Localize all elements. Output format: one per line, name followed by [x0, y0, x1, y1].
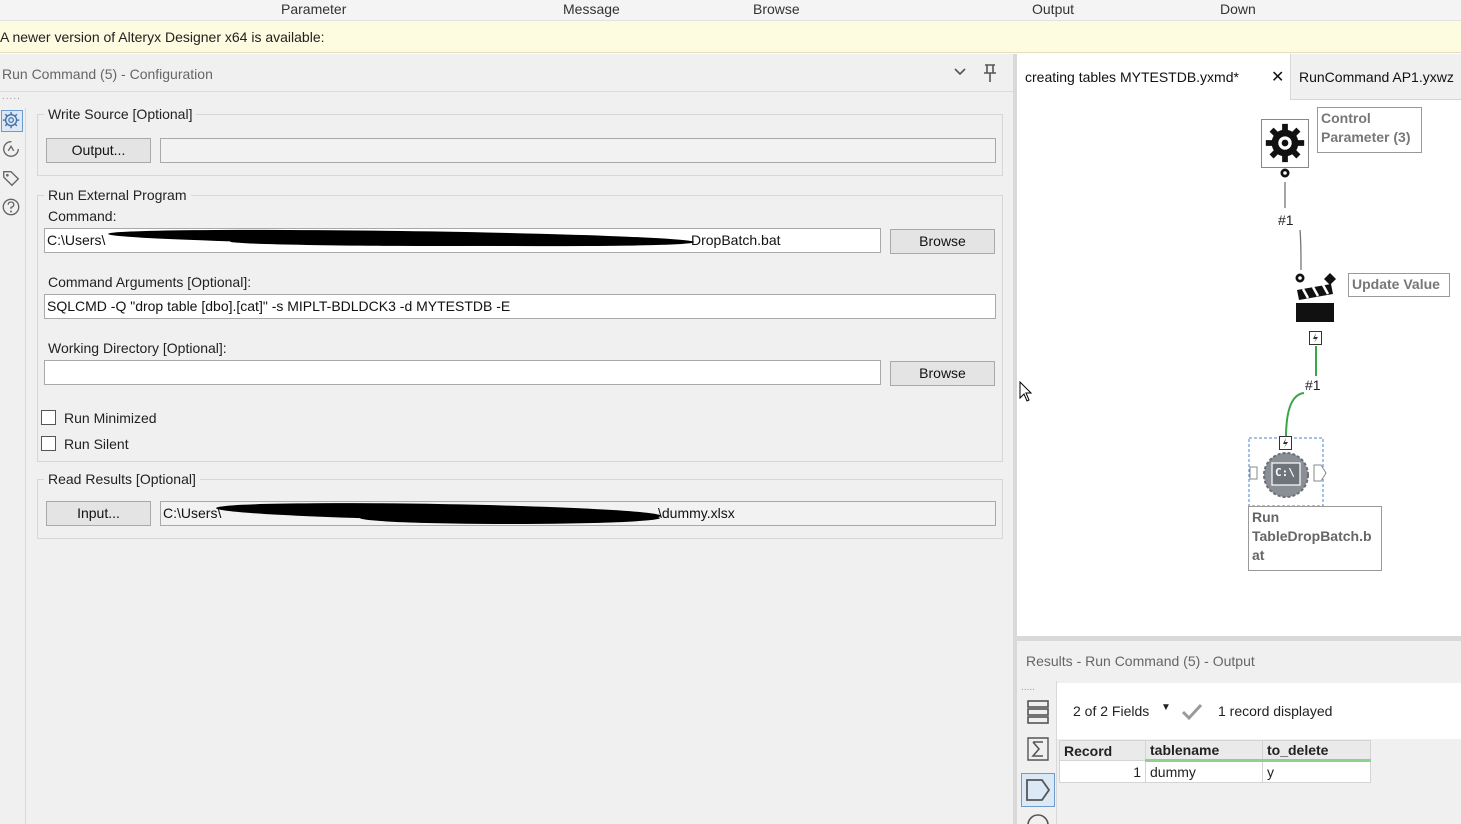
input-anchor-icon[interactable]	[1249, 466, 1258, 480]
working-directory-input[interactable]	[44, 360, 881, 385]
table-view-icon[interactable]	[1026, 699, 1050, 725]
read-results-legend: Read Results [Optional]	[48, 471, 196, 487]
clapperboard-icon	[1296, 284, 1334, 322]
ribbon-item-browse[interactable]: Browse	[753, 1, 800, 17]
tab-runcommand-ap1[interactable]: RunCommand AP1.yxwz	[1291, 54, 1461, 100]
column-header-to-delete[interactable]: to_delete	[1262, 740, 1371, 762]
workflow-tabs: creating tables MYTESTDB.yxmd* ✕ RunComm…	[1017, 54, 1461, 100]
redaction-scribble	[230, 237, 650, 246]
ribbon: Parameter Message Browse Output Down	[0, 0, 1461, 21]
results-title: Results - Run Command (5) - Output	[1026, 653, 1255, 669]
gear-icon	[1265, 123, 1305, 163]
output-view-tab[interactable]	[1021, 773, 1055, 807]
output-button[interactable]: Output...	[46, 138, 151, 163]
command-prompt-text: C:\	[1275, 466, 1295, 479]
config-side-icons	[0, 108, 26, 824]
working-directory-label: Working Directory [Optional]:	[48, 340, 227, 356]
run-minimized-checkbox[interactable]	[41, 410, 56, 425]
lightning-anchor-icon[interactable]	[1279, 436, 1292, 450]
input-button[interactable]: Input...	[46, 501, 151, 526]
column-header-record[interactable]: Record	[1059, 740, 1146, 761]
ribbon-item-output[interactable]: Output	[1032, 1, 1074, 17]
summary-sigma-icon[interactable]	[1026, 736, 1050, 762]
configuration-pane: Run Command (5) - Configuration ..... Wr…	[0, 54, 1013, 824]
results-table: Record tablename to_delete 1 dummy y	[1059, 740, 1371, 783]
mouse-cursor-icon	[1019, 381, 1033, 402]
tab-label: creating tables MYTESTDB.yxmd*	[1025, 69, 1239, 85]
annotation-tag-icon[interactable]	[1, 168, 23, 190]
update-value-label[interactable]: Update Value	[1348, 273, 1450, 297]
check-icon[interactable]	[1181, 703, 1203, 721]
output-path-field[interactable]	[160, 138, 996, 163]
run-silent-checkbox[interactable]	[41, 436, 56, 451]
drag-handle[interactable]: .....	[1021, 683, 1035, 693]
run-minimized-label: Run Minimized	[64, 410, 157, 426]
results-side-icons: .....	[1017, 681, 1057, 824]
update-notice-text[interactable]: A newer version of Alteryx Designer x64 …	[0, 29, 325, 45]
column-header-tablename[interactable]: tablename	[1145, 740, 1263, 762]
run-external-legend: Run External Program	[48, 187, 187, 203]
help-icon[interactable]	[1026, 813, 1050, 824]
tab-label: RunCommand AP1.yxwz	[1299, 69, 1454, 85]
run-command-tool[interactable]: C:\	[1262, 451, 1310, 499]
workflow-connections	[1248, 182, 1324, 507]
table-row[interactable]: 1 dummy y	[1059, 760, 1371, 783]
update-value-tool[interactable]	[1295, 282, 1335, 324]
records-displayed-text: 1 record displayed	[1218, 703, 1333, 719]
to-delete-cell: y	[1262, 760, 1371, 783]
output-anchor-icon[interactable]	[1313, 464, 1327, 482]
record-cell: 1	[1059, 760, 1146, 783]
working-directory-browse-button[interactable]: Browse	[890, 361, 995, 386]
redaction-scribble	[360, 512, 660, 524]
results-toolbar: 2 of 2 Fields ▼ 1 record displayed	[1057, 683, 1461, 739]
tab-creating-tables[interactable]: creating tables MYTESTDB.yxmd* ✕	[1017, 54, 1291, 100]
fields-selector[interactable]: 2 of 2 Fields	[1073, 703, 1149, 719]
help-icon[interactable]	[1, 197, 23, 219]
write-source-legend: Write Source [Optional]	[48, 106, 193, 122]
chevron-down-icon[interactable]	[952, 64, 968, 80]
run-silent-label: Run Silent	[64, 436, 129, 452]
tablename-cell: dummy	[1145, 760, 1263, 783]
chevron-down-icon[interactable]: ▼	[1161, 702, 1171, 713]
input-path-suffix: \dummy.xlsx	[658, 505, 735, 521]
gear-icon[interactable]	[1, 110, 23, 132]
drag-handle[interactable]: .....	[2, 92, 21, 102]
output-anchor-icon	[1026, 779, 1051, 801]
control-parameter-label[interactable]: Control Parameter (3)	[1317, 107, 1422, 153]
ribbon-item-message[interactable]: Message	[563, 1, 620, 17]
pin-icon[interactable]	[980, 62, 1000, 84]
connection-label: #1	[1305, 377, 1321, 393]
command-browse-button[interactable]: Browse	[890, 229, 995, 254]
connection-progress-icon[interactable]	[1, 139, 23, 161]
lightning-anchor-icon[interactable]	[1309, 331, 1322, 345]
results-pane: Results - Run Command (5) - Output .....…	[1017, 641, 1461, 824]
command-arguments-input[interactable]: SQLCMD -Q "drop table [dbo].[cat]" -s MI…	[44, 294, 996, 319]
ribbon-item-parameter[interactable]: Parameter	[281, 1, 346, 17]
command-suffix: DropBatch.bat	[691, 232, 781, 248]
configuration-title: Run Command (5) - Configuration	[2, 66, 213, 82]
connector-anchor-icon[interactable]	[1280, 167, 1290, 179]
workflow-canvas[interactable]: Control Parameter (3) #1 Update Value #1…	[1017, 100, 1461, 636]
control-parameter-tool[interactable]	[1261, 119, 1309, 168]
run-command-label[interactable]: Run TableDropBatch.b at	[1248, 506, 1382, 571]
command-label: Command:	[48, 208, 117, 224]
command-arguments-label: Command Arguments [Optional]:	[48, 274, 252, 290]
ribbon-item-down[interactable]: Down	[1220, 1, 1256, 17]
connection-label: #1	[1278, 212, 1294, 228]
close-icon[interactable]: ✕	[1271, 67, 1284, 87]
configuration-header: Run Command (5) - Configuration	[0, 54, 1013, 92]
input-path-prefix: C:\Users\	[163, 505, 222, 521]
command-prefix: C:\Users\	[47, 232, 106, 248]
update-notice-bar: A newer version of Alteryx Designer x64 …	[0, 21, 1461, 53]
